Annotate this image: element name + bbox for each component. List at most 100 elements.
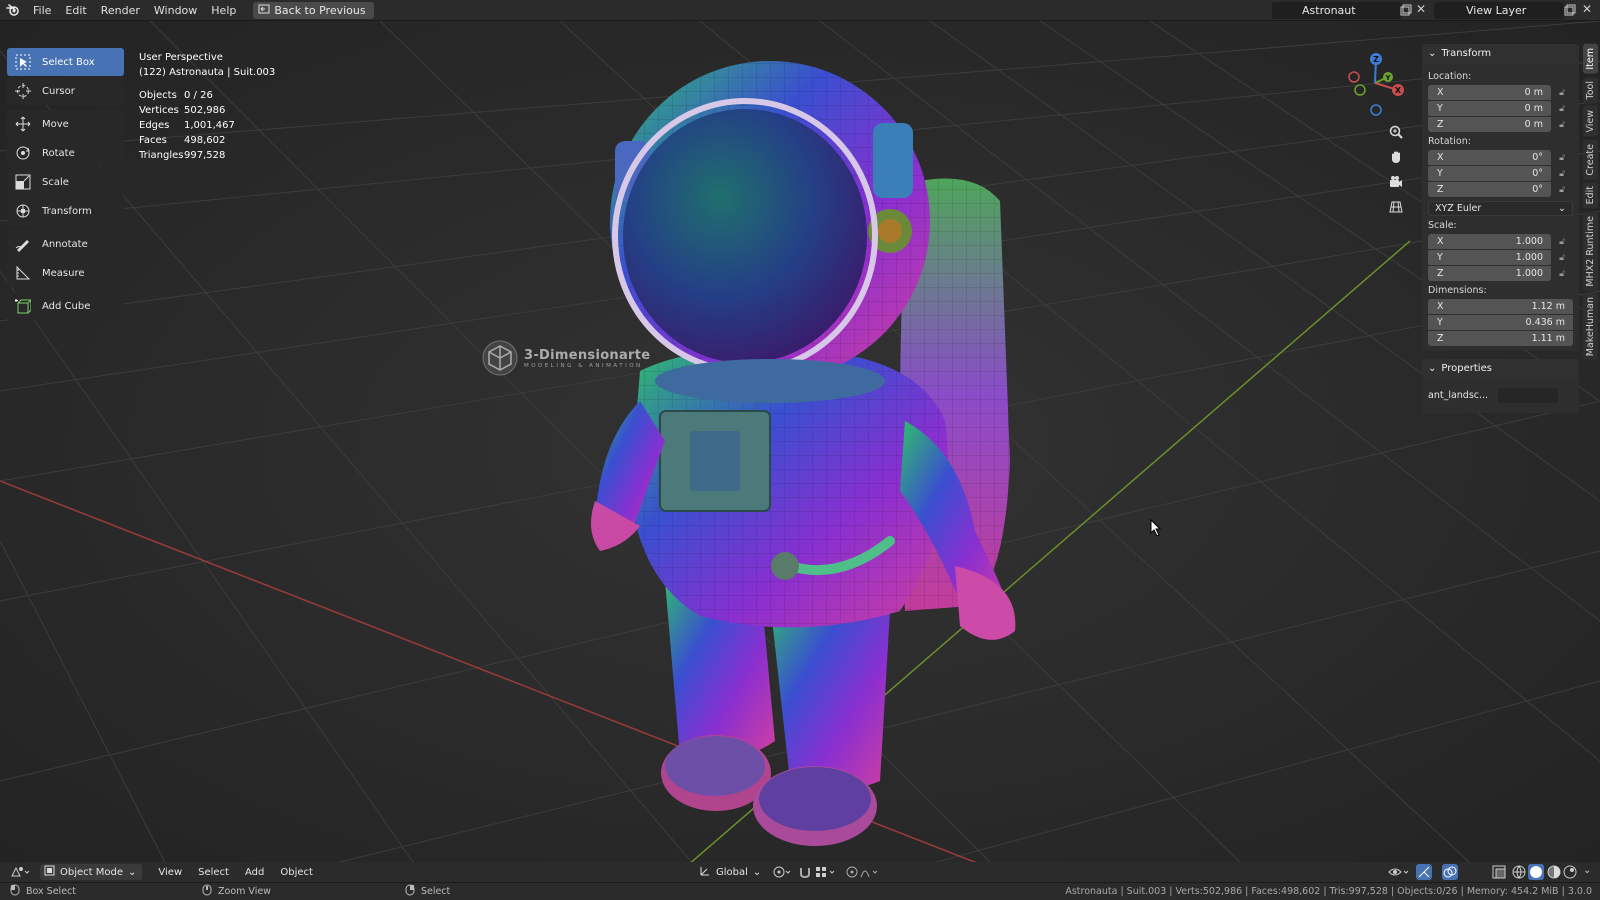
- new-scene-icon[interactable]: [1400, 4, 1412, 19]
- blender-logo-icon[interactable]: [0, 0, 26, 21]
- tool-transform[interactable]: Transform: [7, 197, 124, 225]
- menu-view[interactable]: View: [150, 867, 190, 878]
- back-to-previous-button[interactable]: Back to Previous: [253, 1, 374, 19]
- 3d-viewport[interactable]: 3-Dimensionarte MODELING & ANIMATION Sel…: [0, 21, 1600, 872]
- status-box-select: Box Select: [10, 884, 76, 899]
- show-overlays-icon[interactable]: [1442, 864, 1458, 880]
- xray-toggle-icon[interactable]: [1492, 865, 1506, 882]
- location-z-field[interactable]: Z0 m: [1428, 117, 1551, 132]
- orientation-icon: [699, 865, 711, 880]
- add-cube-icon: [13, 296, 33, 316]
- pan-hand-icon[interactable]: [1385, 146, 1407, 168]
- menu-add[interactable]: Add: [237, 867, 272, 878]
- scale-z-field[interactable]: Z 1.000: [1428, 266, 1551, 281]
- dimension-y-field[interactable]: Y 0.436 m: [1428, 315, 1573, 330]
- menu-edit[interactable]: Edit: [58, 0, 93, 21]
- tool-select-box[interactable]: Select Box: [7, 48, 124, 76]
- svg-text:Z: Z: [1373, 55, 1379, 64]
- camera-view-icon[interactable]: [1385, 171, 1407, 193]
- tab-item[interactable]: Item: [1583, 44, 1598, 74]
- properties-panel-header[interactable]: ⌄ Properties: [1422, 359, 1579, 378]
- lock-icon[interactable]: 🔓︎: [1551, 269, 1573, 279]
- lock-icon[interactable]: 🔓︎: [1551, 120, 1573, 130]
- scale-x-field[interactable]: X 1.000: [1428, 234, 1551, 249]
- tool-rotate[interactable]: Rotate: [7, 139, 124, 167]
- tab-view[interactable]: View: [1583, 106, 1598, 137]
- visibility-selectability-icon[interactable]: [1388, 865, 1412, 882]
- tool-shelf: Select Box Cursor Move Rotate Scale Tran…: [7, 48, 124, 321]
- lock-icon[interactable]: 🔓︎: [1551, 253, 1573, 263]
- tab-makehuman[interactable]: MakeHuman: [1583, 293, 1598, 361]
- pivot-point-icon[interactable]: [772, 865, 794, 882]
- location-x-field[interactable]: X0 m: [1428, 85, 1551, 100]
- lock-icon[interactable]: 🔓︎: [1551, 104, 1573, 114]
- menu-select[interactable]: Select: [190, 867, 237, 878]
- object-mode-icon: [44, 865, 55, 879]
- location-y-field[interactable]: Y0 m: [1428, 101, 1551, 116]
- chevron-down-icon: ⌄: [752, 866, 762, 878]
- scale-label: Scale:: [1428, 220, 1457, 231]
- wireframe-shading-icon[interactable]: [1512, 865, 1526, 882]
- snap-toggle-icon[interactable]: [798, 865, 812, 882]
- view-layer-field[interactable]: View Layer: [1434, 2, 1564, 19]
- lock-icon[interactable]: 🔓︎: [1551, 185, 1573, 195]
- tab-edit[interactable]: Edit: [1583, 182, 1598, 209]
- tab-tool[interactable]: Tool: [1583, 76, 1598, 104]
- object-mode-dropdown[interactable]: Object Mode ⌄: [40, 864, 143, 880]
- tab-mhx2-runtime[interactable]: MHX2 Runtime: [1583, 211, 1598, 291]
- tool-add-cube[interactable]: Add Cube: [7, 292, 124, 320]
- active-object-label: (122) Astronauta | Suit.003: [139, 67, 276, 78]
- zoom-icon[interactable]: [1385, 121, 1407, 143]
- dimension-z-field[interactable]: Z 1.11 m: [1428, 331, 1573, 346]
- menu-file[interactable]: File: [26, 0, 58, 21]
- tool-move[interactable]: Move: [7, 110, 124, 138]
- lock-icon[interactable]: 🔓︎: [1551, 88, 1573, 98]
- lock-icon[interactable]: 🔓︎: [1551, 169, 1573, 179]
- perspective-toggle-icon[interactable]: [1385, 196, 1407, 218]
- material-preview-icon[interactable]: [1547, 865, 1561, 882]
- rotation-y-field[interactable]: Y 0°: [1428, 166, 1551, 181]
- delete-view-layer-icon[interactable]: ✕: [1582, 2, 1592, 16]
- shading-options-chevron-icon[interactable]: ⌄: [1583, 865, 1591, 876]
- menu-object[interactable]: Object: [272, 867, 321, 878]
- location-label: Location:: [1428, 71, 1472, 82]
- snap-grid-icon[interactable]: [815, 865, 839, 882]
- editor-type-icon[interactable]: [10, 865, 32, 882]
- property-value-field[interactable]: [1498, 388, 1559, 403]
- tool-cursor[interactable]: Cursor: [7, 77, 124, 105]
- rotation-x-field[interactable]: X 0°: [1428, 150, 1551, 165]
- transform-panel-header[interactable]: ⌄ Transform: [1422, 44, 1579, 63]
- menu-render[interactable]: Render: [94, 0, 147, 21]
- transform-orientation-dropdown[interactable]: Global ⌄: [695, 864, 765, 880]
- rotation-mode-dropdown[interactable]: XYZ Euler ⌄: [1428, 201, 1573, 216]
- stat-faces: Faces 498,602: [139, 135, 226, 146]
- scene-statistics: Astronauta | Suit.003 | Verts:502,986 | …: [1065, 886, 1592, 897]
- dimension-x-field[interactable]: X 1.12 m: [1428, 299, 1573, 314]
- rotation-z-field[interactable]: Z 0°: [1428, 182, 1551, 197]
- transform-icon: [13, 201, 33, 221]
- show-gizmo-icon[interactable]: [1416, 864, 1432, 880]
- svg-text:X: X: [1395, 86, 1402, 95]
- tool-scale[interactable]: Scale: [7, 168, 124, 196]
- new-view-layer-icon[interactable]: [1564, 4, 1576, 19]
- move-icon: [13, 114, 33, 134]
- tab-create[interactable]: Create: [1583, 139, 1598, 180]
- scale-y-field[interactable]: Y 1.000: [1428, 250, 1551, 265]
- rendered-shading-icon[interactable]: [1563, 865, 1577, 882]
- lock-icon[interactable]: 🔓︎: [1551, 237, 1573, 247]
- navigation-gizmo[interactable]: X Y Z: [1340, 48, 1410, 118]
- stat-objects: Objects 0 / 26: [139, 90, 213, 101]
- solid-shading-icon[interactable]: [1528, 864, 1544, 880]
- scene-name-field[interactable]: Astronaut: [1272, 2, 1402, 19]
- object-mode-label: Object Mode: [60, 866, 123, 878]
- delete-scene-icon[interactable]: ✕: [1416, 2, 1426, 16]
- proportional-editing-icon[interactable]: [846, 865, 880, 882]
- chevron-down-icon: ⌄: [1428, 363, 1437, 374]
- menu-help[interactable]: Help: [204, 0, 243, 21]
- tool-annotate[interactable]: Annotate: [7, 230, 124, 258]
- lock-icon[interactable]: 🔓︎: [1551, 153, 1573, 163]
- menu-window[interactable]: Window: [147, 0, 204, 21]
- properties-header-label: Properties: [1441, 363, 1492, 374]
- mouse-pointer-icon: [1150, 519, 1162, 537]
- tool-measure[interactable]: Measure: [7, 259, 124, 287]
